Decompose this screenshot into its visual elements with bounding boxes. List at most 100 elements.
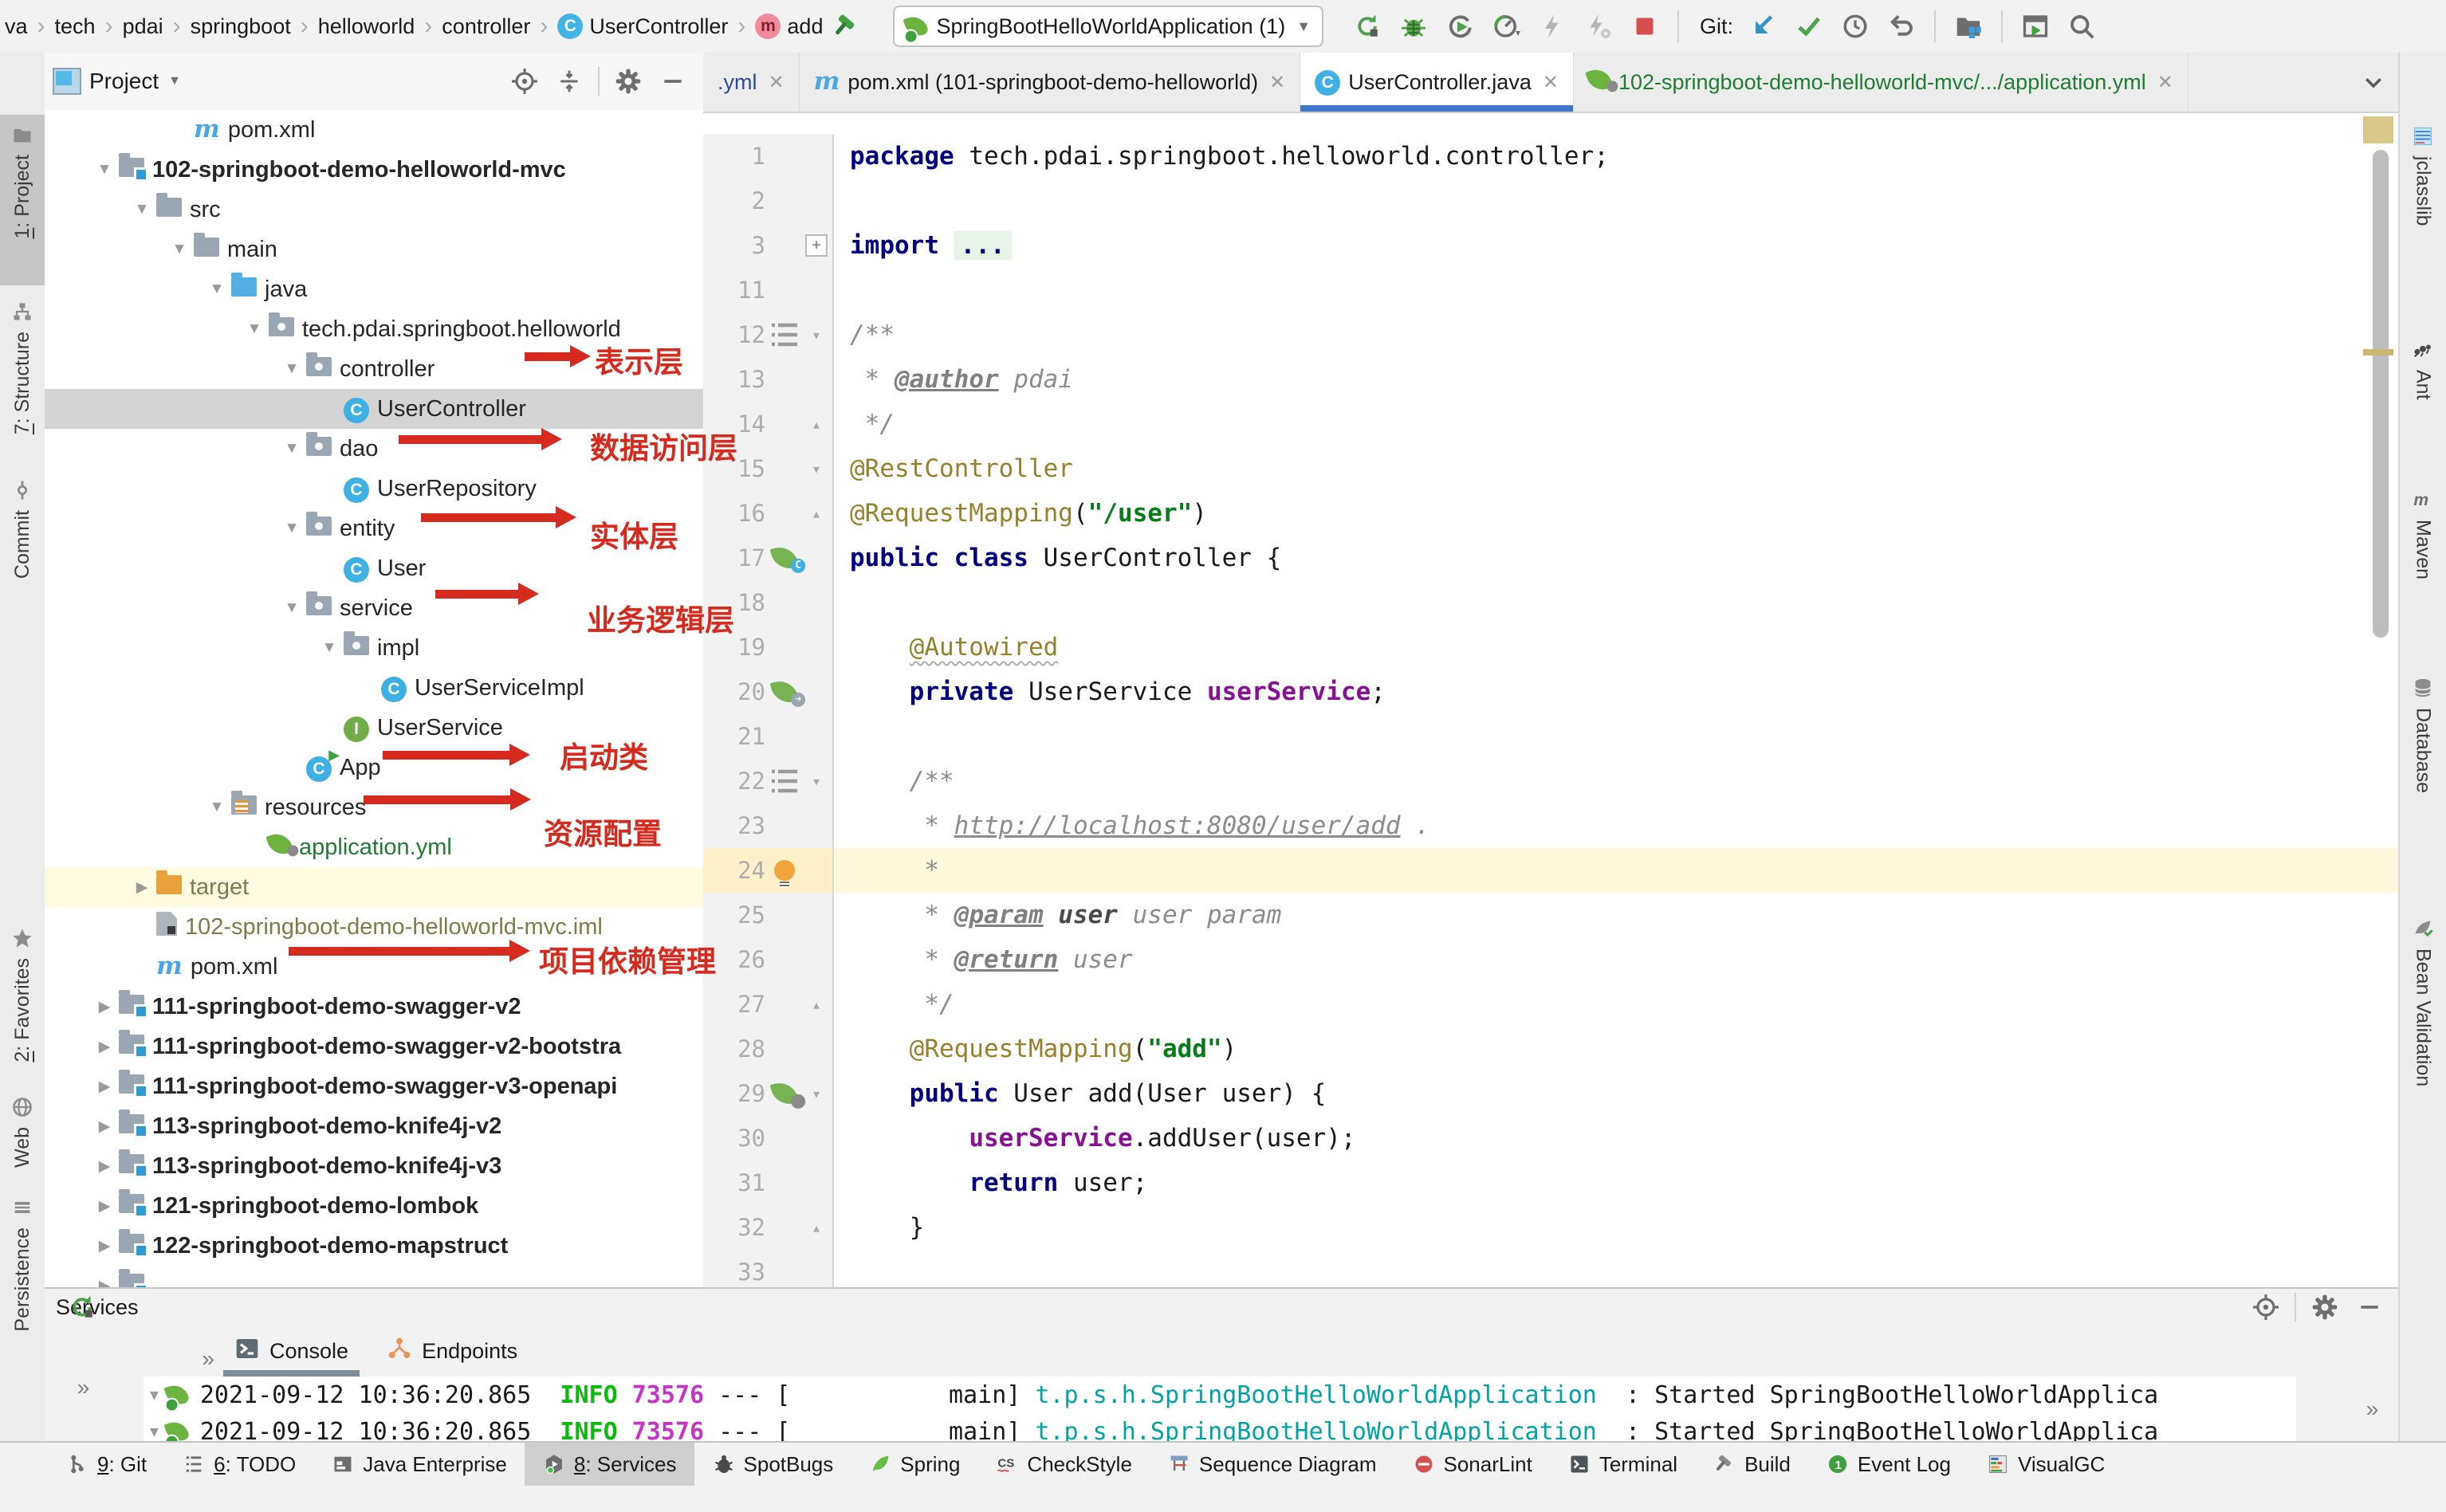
tree-row[interactable]: CUserRepository: [45, 469, 703, 509]
tool-window-button-persistence[interactable]: Persistence: [0, 1188, 45, 1371]
chevron-down-icon[interactable]: ▼: [128, 201, 156, 218]
fold-marker[interactable]: ▾: [804, 459, 829, 478]
breadcrumb-class-item[interactable]: CUserController: [557, 14, 728, 39]
collapse-all-icon[interactable]: [553, 65, 585, 97]
debug-button[interactable]: [1397, 10, 1430, 43]
tab-list-chevron-icon[interactable]: [2347, 53, 2400, 112]
profiler-button[interactable]: [1489, 10, 1523, 43]
tree-row[interactable]: CUserController: [45, 389, 703, 429]
project-view-title[interactable]: Project: [89, 69, 159, 94]
more-chevron-icon[interactable]: »: [202, 1346, 212, 1372]
fold-marker[interactable]: ▾: [804, 325, 829, 344]
bean-gutter-icon[interactable]: C: [765, 546, 804, 570]
editor-scrollbar[interactable]: [2373, 150, 2389, 638]
breadcrumb-item[interactable]: springboot: [191, 14, 291, 39]
modules-icon[interactable]: [1952, 10, 1985, 43]
git-rollback-button[interactable]: [1885, 10, 1918, 43]
tree-row[interactable]: ▶113-springboot-demo-knife4j-v2: [45, 1106, 703, 1146]
fold-marker[interactable]: +: [804, 234, 829, 257]
tree-row[interactable]: ▶113-springboot-demo-knife4j-v3: [45, 1146, 703, 1186]
tree-row[interactable]: ▶111-springboot-demo-swagger-v2: [45, 987, 703, 1027]
breadcrumb-item[interactable]: controller: [442, 14, 530, 39]
chevron-down-icon[interactable]: ▼: [165, 241, 194, 258]
comment-list-icon[interactable]: [765, 316, 804, 354]
chevron-right-icon[interactable]: ▶: [90, 998, 119, 1016]
chevron-right-icon[interactable]: ▶: [90, 1117, 119, 1136]
tree-row[interactable]: ▶target: [45, 867, 703, 907]
tool-window-button-ant[interactable]: Ant: [2400, 330, 2446, 435]
chevron-down-icon[interactable]: ▼: [150, 1387, 159, 1404]
chevron-down-icon[interactable]: ▼: [315, 639, 344, 657]
chevron-down-icon[interactable]: ▼: [203, 281, 231, 298]
chevron-down-icon[interactable]: ▼: [277, 599, 306, 617]
hide-panel-icon[interactable]: [2354, 1291, 2385, 1323]
chevron-down-icon[interactable]: ▼: [203, 799, 231, 816]
chevron-right-icon[interactable]: ▶: [128, 878, 156, 897]
statusbar-item-event-log[interactable]: 1Event Log: [1808, 1443, 1968, 1486]
autowire-gutter-icon[interactable]: ➜: [765, 680, 804, 704]
settings-gear-icon[interactable]: [2309, 1291, 2341, 1323]
build-hammer-icon[interactable]: [829, 10, 863, 43]
tree-row[interactable]: ▶121-springboot-demo-lombok: [45, 1186, 703, 1226]
settings-gear-icon[interactable]: [612, 65, 644, 97]
statusbar-item-visualgc[interactable]: VisualGC: [1968, 1443, 2122, 1486]
locate-file-icon[interactable]: [509, 65, 541, 97]
tool-window-button-jclasslib[interactable]: jclasslib: [2400, 116, 2446, 300]
tree-row[interactable]: ▶111-springboot-demo-swagger-v2-bootstra: [45, 1027, 703, 1066]
rerun-button[interactable]: [1351, 10, 1384, 43]
tree-row[interactable]: mpom.xml: [45, 110, 703, 150]
more-chevron-icon[interactable]: »: [77, 1375, 88, 1400]
services-tab-endpoints[interactable]: Endpoints: [371, 1325, 533, 1377]
fold-marker[interactable]: ▴: [804, 1218, 829, 1237]
statusbar-item-spring[interactable]: Spring: [851, 1443, 977, 1486]
tree-row[interactable]: ▼java: [45, 269, 703, 309]
tree-row[interactable]: ▼main: [45, 230, 703, 269]
comment-list-icon[interactable]: [765, 762, 804, 800]
chevron-right-icon[interactable]: ▶: [90, 1038, 119, 1056]
chevron-down-icon[interactable]: ▼: [240, 320, 269, 338]
editor-tab[interactable]: CUserController.java✕: [1300, 53, 1574, 112]
statusbar-item-spotbugs[interactable]: SpotBugs: [694, 1443, 851, 1486]
chevron-down-icon[interactable]: ▼: [90, 161, 119, 179]
statusbar-item-8-services[interactable]: 8: Services: [525, 1443, 694, 1486]
statusbar-item-sonarlint[interactable]: SonarLint: [1394, 1443, 1550, 1486]
tool-window-button-database[interactable]: Database: [2400, 668, 2446, 856]
tree-row[interactable]: ▼102-springboot-demo-helloworld-mvc: [45, 150, 703, 190]
fold-marker[interactable]: ▾: [804, 1084, 829, 1103]
chevron-down-icon[interactable]: ▼: [150, 1424, 159, 1440]
chevron-down-icon[interactable]: ▼: [277, 360, 306, 378]
close-tab-icon[interactable]: ✕: [769, 71, 785, 94]
breadcrumb-item[interactable]: tech: [55, 14, 96, 39]
mapping-gutter-icon[interactable]: [765, 1082, 804, 1106]
git-history-button[interactable]: [1838, 10, 1872, 43]
chevron-down-icon[interactable]: ▼: [277, 440, 306, 458]
chevron-right-icon[interactable]: ▶: [90, 1277, 119, 1288]
statusbar-item-checkstyle[interactable]: CSCheckStyle: [977, 1443, 1150, 1486]
chevron-right-icon[interactable]: ▶: [90, 1237, 119, 1255]
git-commit-button[interactable]: [1792, 10, 1826, 43]
statusbar-item-9-git[interactable]: 9: Git: [48, 1443, 164, 1486]
tree-row[interactable]: ▶122-springboot-demo-mapstruct: [45, 1226, 703, 1266]
tool-window-button-web[interactable]: Web: [0, 1087, 45, 1183]
tool-window-button-commit[interactable]: Commit: [0, 470, 45, 619]
fold-marker[interactable]: ▴: [804, 414, 829, 434]
chevron-right-icon[interactable]: ▶: [90, 1197, 119, 1215]
tool-window-button-7-structure[interactable]: 7: Structure: [0, 292, 45, 462]
statusbar-item-java-enterprise[interactable]: Java Enterprise: [313, 1443, 525, 1486]
search-everywhere-button[interactable]: [2065, 10, 2098, 43]
console-output[interactable]: ▼2021-09-12 10:36:20.865 INFO 73576 --- …: [144, 1377, 2296, 1444]
tool-window-button-bean-validation[interactable]: Bean Validation: [2400, 909, 2446, 1180]
git-update-button[interactable]: [1746, 10, 1779, 43]
tree-row[interactable]: CUserServiceImpl: [45, 668, 703, 708]
run-with-coverage-button[interactable]: [1443, 10, 1477, 43]
stop-button[interactable]: [1628, 10, 1661, 43]
editor-tab[interactable]: .yml✕: [703, 53, 800, 112]
tool-window-button-2-favorites[interactable]: 2: Favorites: [0, 918, 45, 1082]
breadcrumb-item[interactable]: pdai: [123, 14, 163, 39]
breadcrumb-method-item[interactable]: madd: [755, 14, 823, 39]
breadcrumb-item[interactable]: helloworld: [318, 14, 415, 39]
hide-panel-icon[interactable]: [657, 65, 689, 97]
chevron-down-icon[interactable]: ▼: [277, 520, 306, 537]
tree-row[interactable]: ▶111-springboot-demo-swagger-v3-openapi: [45, 1066, 703, 1106]
services-tab-console[interactable]: Console: [218, 1325, 364, 1377]
